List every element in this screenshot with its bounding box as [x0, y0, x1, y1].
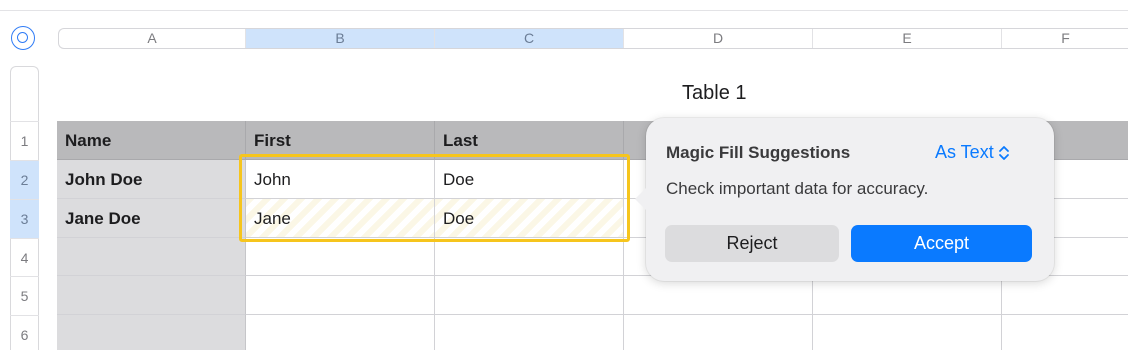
table-row-header-cell[interactable]: [57, 238, 246, 276]
popover-title: Magic Fill Suggestions: [666, 143, 851, 162]
table-header-cell[interactable]: First: [246, 121, 435, 160]
accept-button[interactable]: Accept: [851, 225, 1032, 262]
table-cell[interactable]: [813, 315, 1002, 350]
table-cell[interactable]: [435, 276, 624, 315]
chevron-up-down-icon: [998, 145, 1010, 161]
table-cell[interactable]: [1002, 315, 1128, 350]
table-cell[interactable]: [246, 238, 435, 276]
magic-fill-popover: Magic Fill Suggestions As Text Check imp…: [635, 118, 1054, 281]
popover-arrow: [635, 188, 646, 210]
table-header-cell[interactable]: Last: [435, 121, 624, 160]
table-cell[interactable]: [1002, 276, 1128, 315]
table-cell[interactable]: [435, 238, 624, 276]
format-selector[interactable]: As Text: [935, 142, 1010, 163]
table-row-header-cell[interactable]: Jane Doe: [57, 199, 246, 238]
popover-message: Check important data for accuracy.: [666, 179, 929, 198]
table-cell[interactable]: [624, 315, 813, 350]
table-cell[interactable]: [624, 276, 813, 315]
reject-button[interactable]: Reject: [665, 225, 839, 262]
table-row-header-cell[interactable]: [57, 276, 246, 315]
table-row-header-cell[interactable]: [57, 315, 246, 350]
table-cell[interactable]: [246, 315, 435, 350]
table-cell-suggested[interactable]: Jane: [246, 199, 435, 238]
table-cell[interactable]: [246, 276, 435, 315]
table-cell-suggested[interactable]: Doe: [435, 199, 624, 238]
table-cell[interactable]: Doe: [435, 160, 624, 199]
format-selector-label: As Text: [935, 142, 994, 162]
table-cell[interactable]: [813, 276, 1002, 315]
table-header-cell[interactable]: Name: [57, 121, 246, 160]
table-row-header-cell[interactable]: John Doe: [57, 160, 246, 199]
table-cell[interactable]: John: [246, 160, 435, 199]
table-cell[interactable]: [435, 315, 624, 350]
